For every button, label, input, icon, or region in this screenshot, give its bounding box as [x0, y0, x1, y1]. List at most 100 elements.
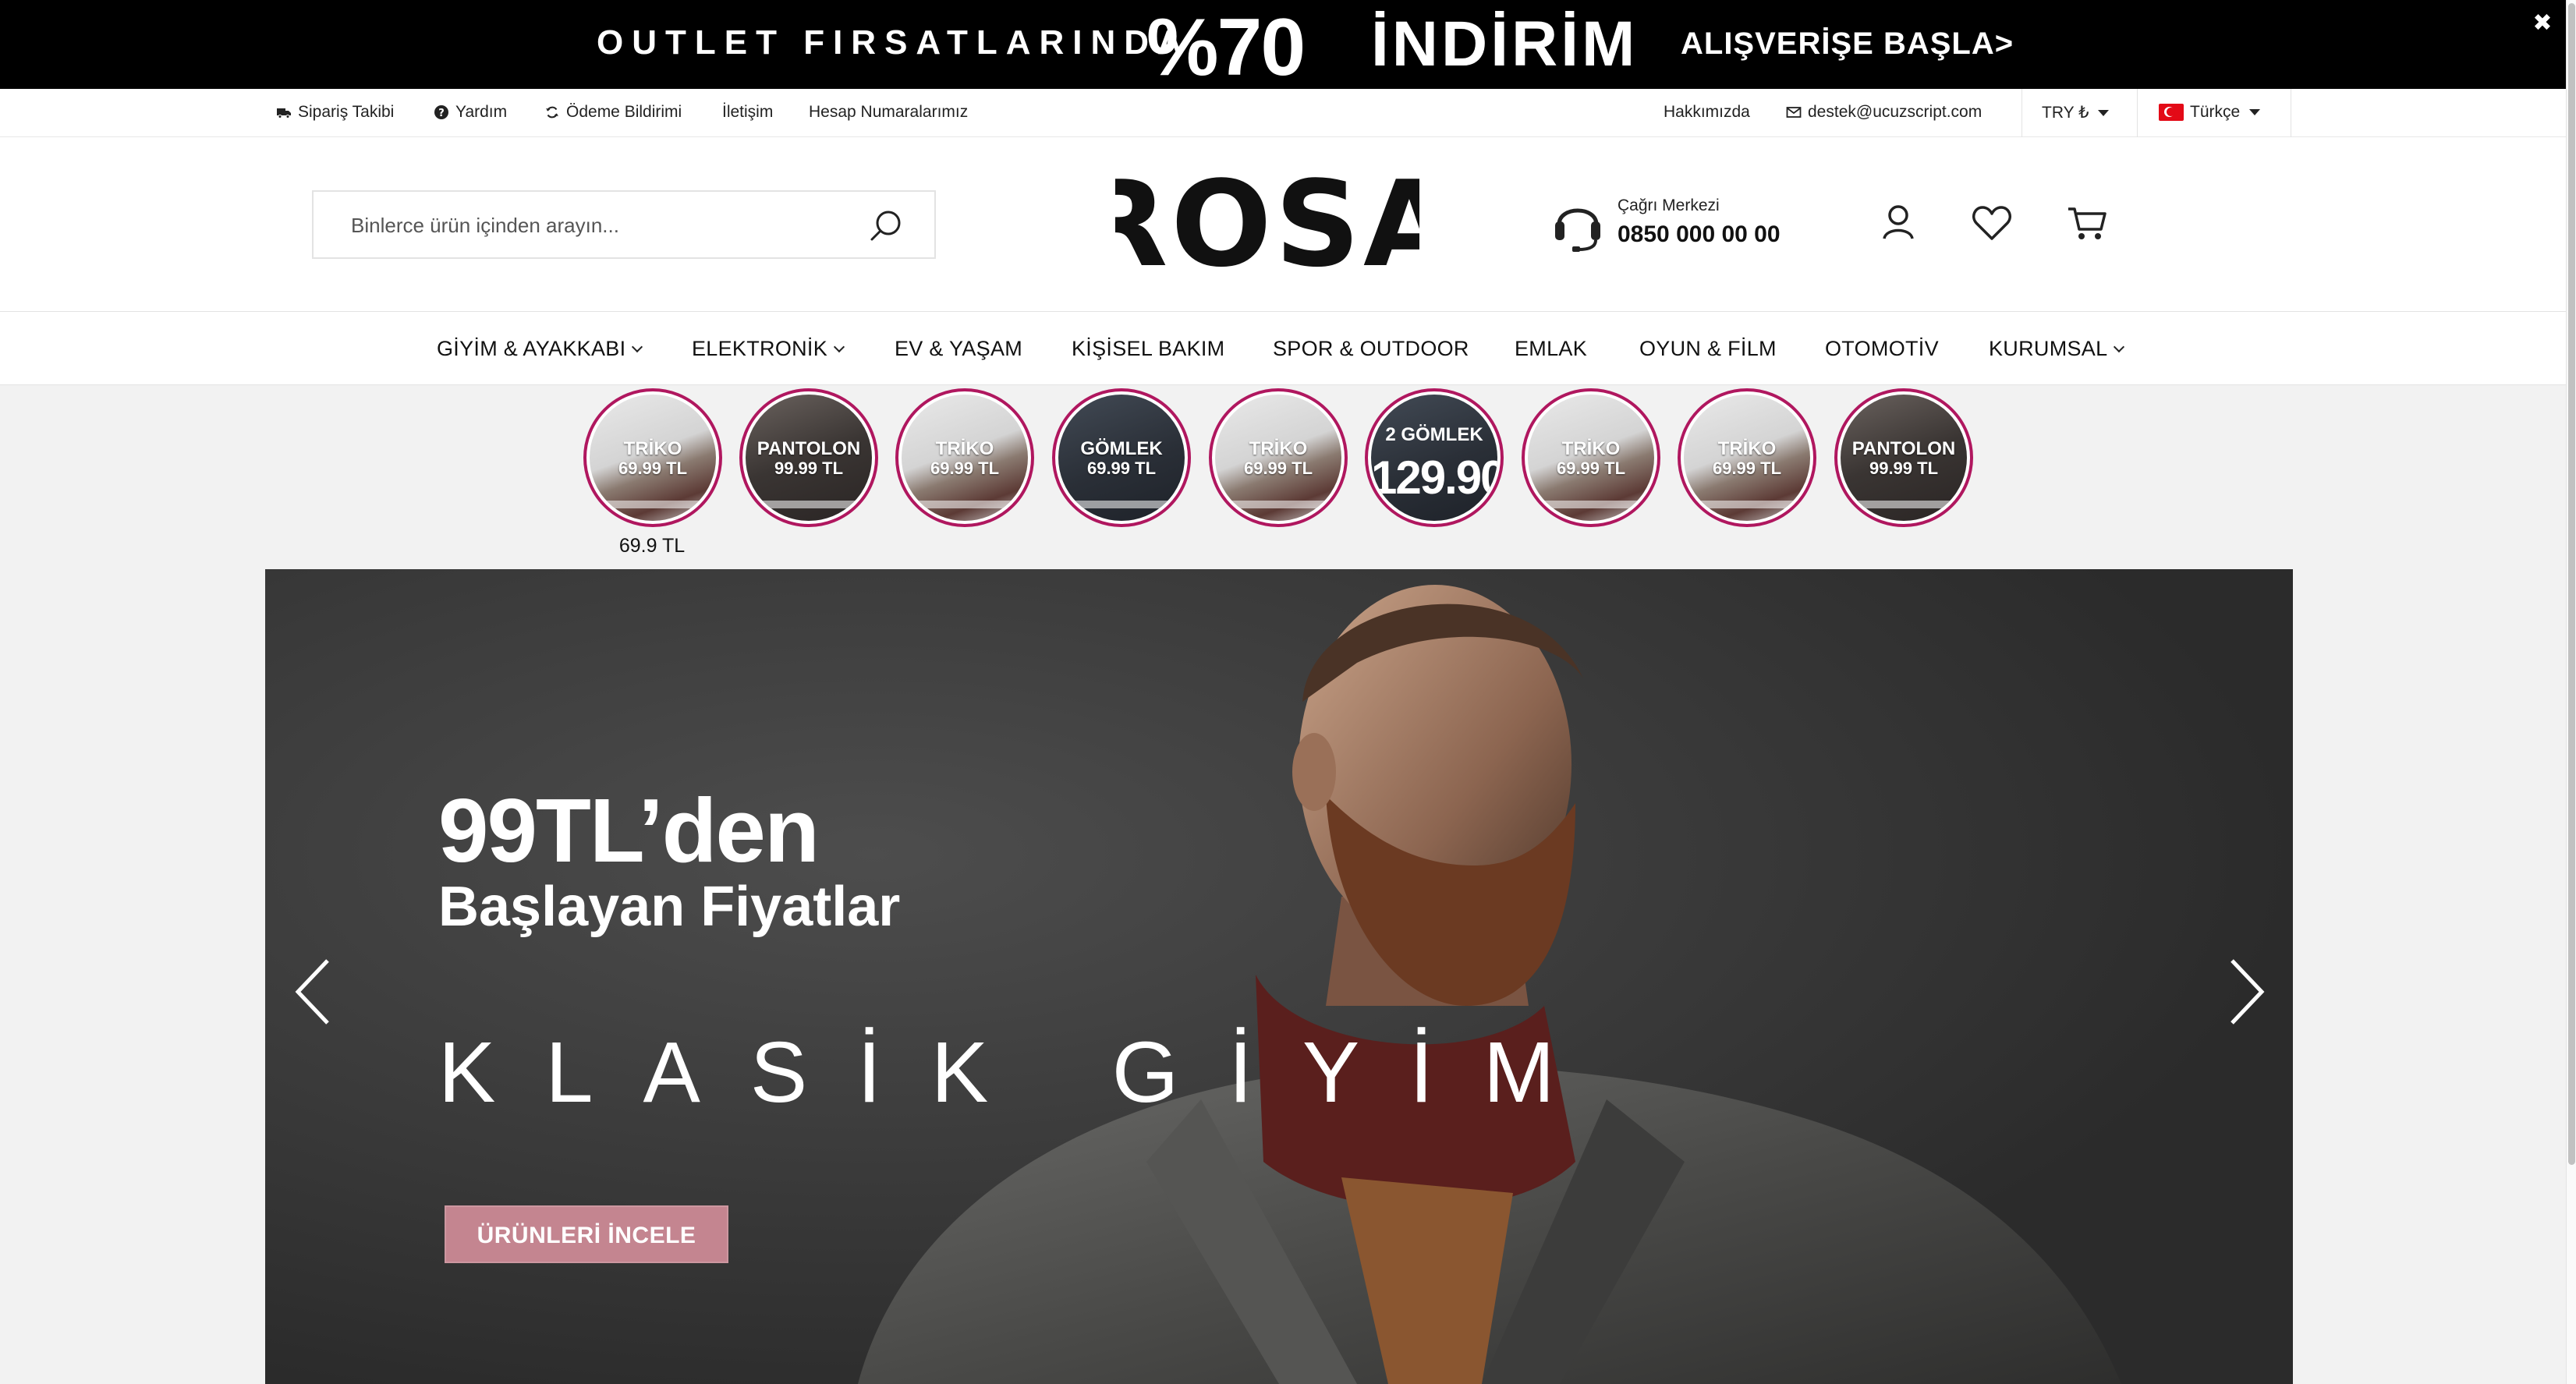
about-link[interactable]: Hakkımızda [1664, 103, 1750, 122]
heart-icon[interactable] [1968, 200, 2015, 246]
story-item[interactable]: PANTOLON 99.99 TL [739, 388, 878, 527]
story-title: PANTOLON [1851, 438, 1956, 459]
promo-close-icon[interactable]: ✖ [2527, 8, 2558, 39]
site-header: ROSA Çağrı Merkezi 0850 000 00 00 [0, 137, 2566, 312]
story-image: TRİKO 69.99 TL [590, 395, 716, 521]
nav-item-clothing[interactable]: GİYİM & AYAKKABI [437, 337, 643, 361]
story-strip [760, 501, 858, 508]
nav-label: KİŞİSEL BAKIM [1072, 337, 1225, 360]
call-center-label: Çağrı Merkezi [1618, 196, 1720, 214]
email-link[interactable]: destek@ucuzscript.com [1786, 103, 1982, 122]
payment-notice-link[interactable]: Ödeme Bildirimi [544, 103, 682, 122]
hero-subheadline: Başlayan Fiyatlar [438, 876, 901, 938]
story-item[interactable]: TRİKO 69.99 TL [1678, 388, 1816, 527]
divider [2137, 89, 2138, 137]
email-label: destek@ucuzscript.com [1808, 103, 1982, 121]
promo-banner[interactable]: OUTLET FIRSATLARINDA %70 İNDİRİM ALIŞVER… [0, 0, 2566, 93]
nav-item-personal-care[interactable]: KİŞİSEL BAKIM [1072, 337, 1224, 361]
nav-item-sports[interactable]: SPOR & OUTDOOR [1273, 337, 1469, 361]
nav-label: OTOMOTİV [1825, 337, 1939, 360]
rosa-logo[interactable]: ROSA [1115, 173, 1419, 274]
nav-label: KURUMSAL [1989, 337, 2108, 360]
story-strip [1072, 501, 1171, 508]
search-icon[interactable] [866, 206, 906, 246]
help-link[interactable]: ? Yardım [434, 103, 507, 122]
logo-text: ROSA [1115, 173, 1419, 274]
page: { "promo": { "part1": "OUTLET FIRSATLARI… [0, 0, 2576, 1384]
nav-label: EV & YAŞAM [895, 337, 1023, 360]
contact-label: İletişim [722, 103, 774, 121]
help-label: Yardım [455, 103, 508, 121]
story-price: 69.99 TL [930, 458, 1000, 478]
story-strip [1542, 501, 1640, 508]
nav-item-realestate[interactable]: EMLAK [1515, 337, 1587, 361]
story-item[interactable]: GÖMLEK 69.99 TL [1052, 388, 1191, 527]
bank-accounts-link[interactable]: Hesap Numaralarımız [809, 103, 968, 122]
nav-item-games[interactable]: OYUN & FİLM [1639, 337, 1777, 361]
story-price: 99.99 TL [1869, 458, 1939, 478]
language-label: Türkçe [2190, 103, 2241, 121]
order-tracking-label: Sipariş Takibi [298, 103, 395, 121]
story-title: TRİKO [935, 438, 994, 459]
story-price: 69.99 TL [1556, 458, 1626, 478]
story-item[interactable]: TRİKO 69.99 TL [1209, 388, 1348, 527]
promo-shop-link[interactable]: ALIŞVERİŞE BAŞLA> [1681, 27, 2014, 62]
currency-label: TRY ₺ [2042, 104, 2089, 122]
story-item[interactable]: PANTOLON 99.99 TL [1834, 388, 1973, 527]
search-input[interactable] [351, 207, 850, 243]
language-select[interactable]: Türkçe [2159, 103, 2261, 122]
story-title: PANTOLON [757, 438, 861, 459]
story-price: 69.99 TL [1086, 458, 1157, 478]
story-item[interactable]: TRİKO 69.99 TL [895, 388, 1034, 527]
category-nav: GİYİM & AYAKKABI ELEKTRONİK EV & YAŞAM K… [0, 312, 2566, 385]
call-center[interactable]: Çağrı Merkezi 0850 000 00 00 [1552, 192, 1809, 262]
about-label: Hakkımızda [1664, 103, 1750, 121]
promo-text-percent: %70 [1146, 2, 1306, 93]
page-scrollbar[interactable] [2566, 0, 2576, 1384]
contact-link[interactable]: İletişim [722, 103, 773, 122]
nav-item-electronics[interactable]: ELEKTRONİK [692, 337, 845, 361]
story-strip [1229, 501, 1327, 508]
caret-down-icon [2098, 109, 2110, 116]
story-title: TRİKO [1717, 438, 1777, 459]
headset-icon [1555, 208, 1600, 252]
story-item[interactable]: TRİKO 69.99 TL [1522, 388, 1660, 527]
story-image: GÖMLEK 69.99 TL [1058, 395, 1185, 521]
story-image: TRİKO 69.99 TL [1215, 395, 1341, 521]
nav-item-corporate[interactable]: KURUMSAL [1989, 337, 2125, 361]
turkey-flag-icon [2159, 104, 2184, 121]
payment-notice-label: Ödeme Bildirimi [566, 103, 682, 121]
currency-select[interactable]: TRY ₺ [2042, 103, 2110, 122]
story-price: 129.90 [1371, 451, 1497, 504]
story-strip [1855, 501, 1953, 508]
nav-item-home[interactable]: EV & YAŞAM [895, 337, 1022, 361]
story-price: 99.99 TL [774, 458, 844, 478]
story-carousel: TRİKO 69.99 TL PANTOLON 99.99 TL TRİKO 69.9… [0, 385, 2566, 569]
promo-text-discount: İNDİRİM [1371, 9, 1639, 80]
hero-headline: 99TL’den [438, 780, 820, 881]
chevron-down-icon [632, 341, 643, 352]
hero-cta-button[interactable]: ÜRÜNLERİ İNCELE [445, 1205, 728, 1263]
story-item[interactable]: 2 GÖMLEK 129.90 [1365, 388, 1504, 527]
truck-icon [277, 108, 291, 119]
story-image: PANTOLON 99.99 TL [746, 395, 872, 521]
refresh-icon [546, 106, 558, 119]
slider-next-icon[interactable] [2221, 953, 2271, 1031]
divider [2021, 89, 2022, 137]
slider-prev-icon[interactable] [289, 953, 338, 1031]
nav-label: GİYİM & AYAKKABI [437, 337, 626, 360]
chevron-down-icon [2114, 341, 2125, 352]
story-price: 69.99 TL [618, 458, 688, 478]
story-image: TRİKO 69.99 TL [1528, 395, 1654, 521]
nav-item-automotive[interactable]: OTOMOTİV [1825, 337, 1939, 361]
scrollbar-thumb[interactable] [2568, 3, 2575, 1165]
cart-icon[interactable] [2064, 200, 2110, 246]
help-icon: ? [434, 105, 448, 119]
bank-accounts-label: Hesap Numaralarımız [809, 103, 969, 121]
story-title: TRİKO [1249, 438, 1308, 459]
story-item[interactable]: TRİKO 69.99 TL [583, 388, 722, 527]
envelope-icon [1786, 107, 1802, 118]
order-tracking-link[interactable]: Sipariş Takibi [276, 103, 394, 122]
user-icon[interactable] [1875, 200, 1922, 246]
story-title: TRİKO [1561, 438, 1621, 459]
